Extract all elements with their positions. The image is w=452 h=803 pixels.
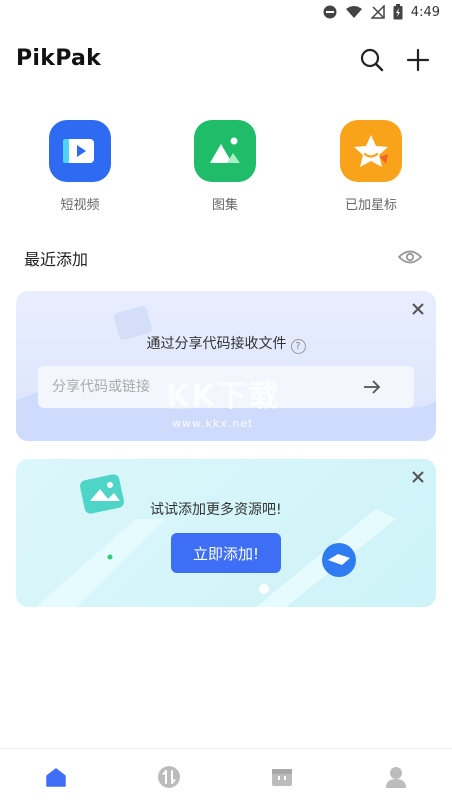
image-icon: [194, 120, 256, 182]
quick-short-video[interactable]: 短视频: [30, 120, 130, 213]
add-resource-card: 试试添加更多资源吧! 立即添加!: [16, 459, 436, 607]
battery-charging-icon: [393, 4, 403, 20]
share-code-headline-text: 通过分享代码接收文件: [146, 336, 287, 352]
app-title: PikPak: [16, 46, 102, 71]
no-signal-icon: [370, 5, 385, 19]
arrow-right-icon[interactable]: [362, 378, 382, 396]
star-icon: [340, 120, 402, 182]
share-code-headline: 通过分享代码接收文件?: [16, 333, 436, 354]
transfer-icon[interactable]: [157, 765, 181, 789]
add-resource-headline: 试试添加更多资源吧!: [150, 502, 282, 518]
video-icon: [49, 120, 111, 182]
status-time: 4:49: [410, 4, 440, 20]
quick-label: 短视频: [60, 198, 100, 213]
quick-gallery[interactable]: 图集: [175, 120, 275, 213]
quick-label: 已加星标: [344, 198, 397, 213]
do-not-disturb-icon: [323, 5, 337, 19]
eye-icon[interactable]: [398, 248, 422, 266]
quick-label: 图集: [211, 198, 238, 213]
share-code-card: 通过分享代码接收文件? KK下载 www.kkx.net: [16, 291, 436, 441]
person-icon[interactable]: [384, 765, 408, 789]
wifi-icon: [345, 6, 362, 18]
close-icon[interactable]: [410, 301, 426, 317]
bottom-tab-bar: [0, 748, 452, 803]
quick-starred[interactable]: 已加星标: [321, 120, 421, 213]
app-bar: PikPak: [0, 40, 452, 80]
watermark-url: www.kkx.net: [172, 417, 254, 430]
status-bar: 4:49: [0, 0, 452, 26]
add-now-button[interactable]: 立即添加!: [171, 533, 281, 573]
recent-title: 最近添加: [24, 250, 89, 269]
search-icon[interactable]: [358, 46, 386, 74]
close-icon[interactable]: [410, 469, 426, 485]
plus-icon[interactable]: [404, 46, 432, 74]
box-icon[interactable]: [270, 765, 294, 789]
watermark-text: KK下载: [166, 379, 281, 414]
home-icon[interactable]: [44, 765, 68, 789]
question-circle-icon[interactable]: ?: [290, 339, 306, 354]
quick-access: 短视频 图集 已加星标: [0, 120, 452, 220]
